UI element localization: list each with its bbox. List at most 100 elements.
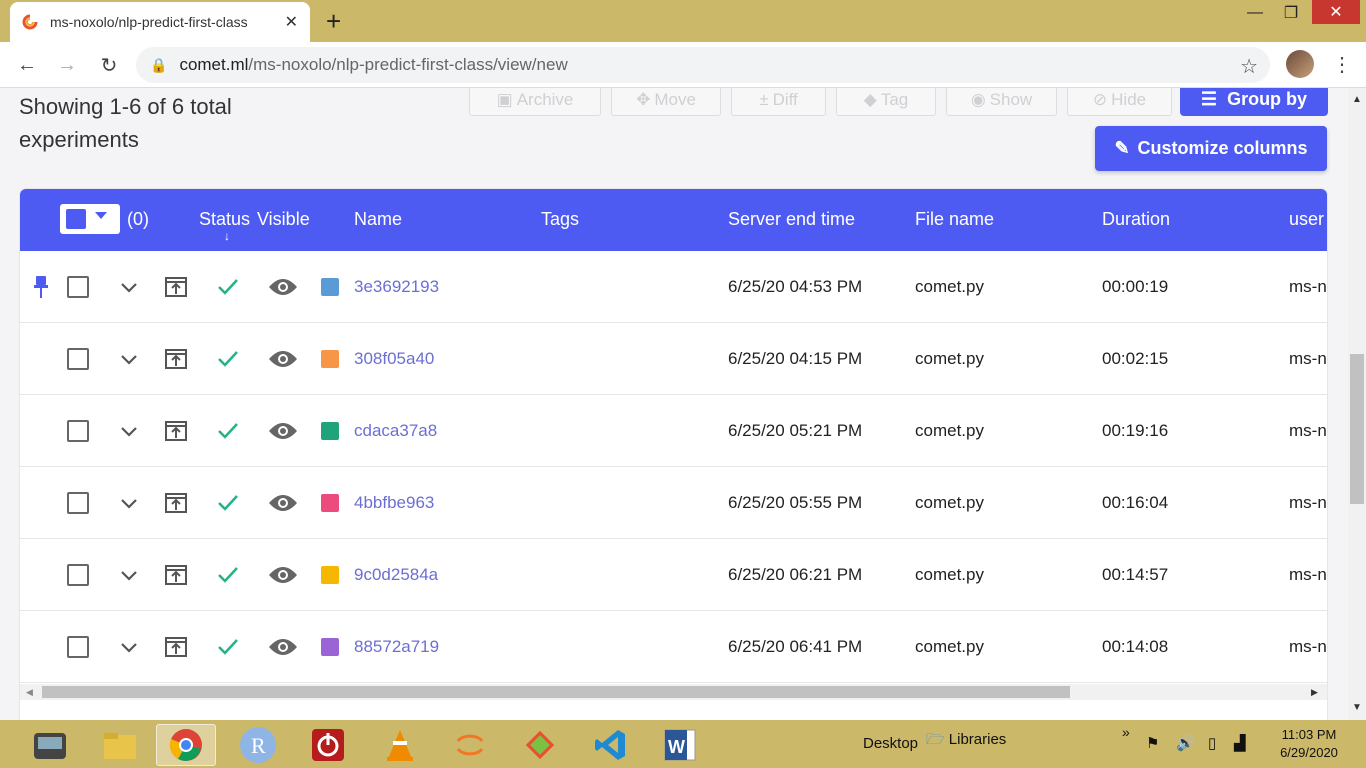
scroll-down-icon[interactable]: ▼ [1352, 702, 1362, 713]
taskbar-file-explorer[interactable] [90, 724, 150, 766]
row-checkbox[interactable] [67, 276, 89, 298]
taskbar-jupyter[interactable] [440, 724, 500, 766]
column-user[interactable]: user [1289, 209, 1324, 230]
bookmark-star-icon[interactable]: ☆ [1240, 54, 1258, 79]
experiment-name-link[interactable]: 9c0d2584a [354, 565, 438, 585]
taskbar-libraries[interactable]: 🗁 Libraries [926, 729, 1006, 754]
chevron-down-icon[interactable] [120, 422, 138, 440]
experiment-color-swatch[interactable] [321, 350, 339, 368]
experiment-color-swatch[interactable] [321, 422, 339, 440]
reload-icon[interactable]: ↻ [96, 52, 122, 78]
experiment-color-swatch[interactable] [321, 638, 339, 656]
url-field[interactable]: 🔒 comet.ml/ms-noxolo/nlp-predict-first-c… [136, 47, 1270, 83]
system-clock[interactable]: 11:03 PM 6/29/2020 [1272, 726, 1346, 762]
back-icon[interactable]: ← [14, 52, 40, 78]
column-file-name[interactable]: File name [915, 209, 994, 230]
visible-eye-icon[interactable] [268, 565, 298, 585]
tag-button[interactable]: ◆ Tag [836, 88, 936, 116]
taskbar-word[interactable]: W [650, 724, 710, 766]
customize-columns-button[interactable]: ✎ Customize columns [1095, 126, 1327, 171]
taskbar-power-app[interactable] [298, 724, 358, 766]
open-experiment-icon[interactable] [164, 635, 188, 659]
chevron-down-icon[interactable] [120, 278, 138, 296]
hide-button[interactable]: ⊘ Hide [1067, 88, 1172, 116]
volume-icon[interactable]: 🔊 [1176, 734, 1195, 752]
open-experiment-icon[interactable] [164, 275, 188, 299]
column-name[interactable]: Name [354, 209, 402, 230]
battery-icon[interactable]: ▯ [1208, 734, 1216, 752]
taskbar-vscode[interactable] [580, 724, 640, 766]
scroll-right-icon[interactable]: ▶ [1311, 687, 1318, 698]
experiment-name-link[interactable]: 308f05a40 [354, 349, 434, 369]
column-server-end-time[interactable]: Server end time [728, 209, 855, 230]
taskbar-chrome[interactable] [156, 724, 216, 766]
row-checkbox[interactable] [67, 348, 89, 370]
browser-tab[interactable]: ms-noxolo/nlp-predict-first-class ✕ [10, 2, 310, 42]
column-visible[interactable]: Visible [257, 209, 310, 230]
visible-eye-icon[interactable] [268, 637, 298, 657]
row-checkbox[interactable] [67, 636, 89, 658]
chevron-down-icon[interactable] [95, 212, 107, 219]
group-by-button[interactable]: ☰ Group by [1180, 88, 1328, 116]
table-row[interactable]: 9c0d2584a 6/25/20 06:21 PM comet.py 00:14:5… [20, 539, 1327, 611]
open-experiment-icon[interactable] [164, 491, 188, 515]
archive-button[interactable]: ▣ Archive [469, 88, 601, 116]
forward-icon[interactable]: → [54, 52, 80, 78]
pin-icon[interactable] [34, 276, 48, 298]
maximize-icon[interactable]: ❐ [1268, 0, 1314, 26]
experiment-color-swatch[interactable] [321, 278, 339, 296]
visible-eye-icon[interactable] [268, 277, 298, 297]
browser-menu-icon[interactable]: ⋮ [1332, 52, 1352, 77]
select-all-checkbox[interactable] [66, 209, 86, 229]
select-all-dropdown[interactable] [60, 204, 120, 234]
experiment-name-link[interactable]: 4bbfbe963 [354, 493, 434, 513]
table-row[interactable]: 3e3692193 6/25/20 04:53 PM comet.py 00:00:1… [20, 251, 1327, 323]
close-window-icon[interactable]: ✕ [1312, 0, 1360, 24]
taskbar-desktop-label[interactable]: Desktop [863, 735, 918, 752]
chevron-down-icon[interactable] [120, 350, 138, 368]
column-duration[interactable]: Duration [1102, 209, 1170, 230]
signal-icon[interactable]: ▟ [1234, 734, 1246, 752]
taskbar-vlc[interactable] [370, 724, 430, 766]
experiment-name-link[interactable]: cdaca37a8 [354, 421, 437, 441]
tab-close-icon[interactable]: ✕ [285, 12, 298, 32]
vertical-scrollbar[interactable]: ▲ ▼ [1348, 88, 1366, 720]
show-button[interactable]: ◉ Show [946, 88, 1057, 116]
experiment-name-link[interactable]: 3e3692193 [354, 277, 439, 297]
taskbar-git[interactable] [510, 724, 570, 766]
chevron-down-icon[interactable] [120, 494, 138, 512]
visible-eye-icon[interactable] [268, 421, 298, 441]
overflow-chevron-icon[interactable]: » [1122, 724, 1130, 740]
table-row[interactable]: 88572a719 6/25/20 06:41 PM comet.py 00:14:0… [20, 611, 1327, 683]
table-row[interactable]: 308f05a40 6/25/20 04:15 PM comet.py 00:02:1… [20, 323, 1327, 395]
taskbar-r[interactable]: R [228, 724, 288, 766]
experiment-color-swatch[interactable] [321, 494, 339, 512]
row-checkbox[interactable] [67, 420, 89, 442]
scroll-left-icon[interactable]: ◀ [26, 687, 33, 698]
experiment-color-swatch[interactable] [321, 566, 339, 584]
column-tags[interactable]: Tags [541, 209, 579, 230]
start-button[interactable] [20, 724, 80, 766]
open-experiment-icon[interactable] [164, 419, 188, 443]
column-status[interactable]: Status [199, 209, 250, 230]
row-checkbox[interactable] [67, 564, 89, 586]
new-tab-icon[interactable]: + [326, 8, 341, 34]
row-checkbox[interactable] [67, 492, 89, 514]
vertical-scroll-thumb[interactable] [1350, 354, 1364, 504]
horizontal-scroll-thumb[interactable] [42, 686, 1070, 698]
experiment-name-link[interactable]: 88572a719 [354, 637, 439, 657]
chevron-down-icon[interactable] [120, 566, 138, 584]
table-row[interactable]: 4bbfbe963 6/25/20 05:55 PM comet.py 00:16:0… [20, 467, 1327, 539]
profile-avatar[interactable] [1286, 50, 1314, 78]
open-experiment-icon[interactable] [164, 563, 188, 587]
flag-icon[interactable]: ⚑ [1146, 734, 1159, 752]
scroll-up-icon[interactable]: ▲ [1352, 94, 1362, 105]
open-experiment-icon[interactable] [164, 347, 188, 371]
diff-button[interactable]: ± Diff [731, 88, 826, 116]
chevron-down-icon[interactable] [120, 638, 138, 656]
table-row[interactable]: cdaca37a8 6/25/20 05:21 PM comet.py 00:19:1… [20, 395, 1327, 467]
visible-eye-icon[interactable] [268, 493, 298, 513]
move-button[interactable]: ✥ Move [611, 88, 721, 116]
horizontal-scrollbar[interactable]: ◀ ▶ [20, 684, 1327, 700]
visible-eye-icon[interactable] [268, 349, 298, 369]
